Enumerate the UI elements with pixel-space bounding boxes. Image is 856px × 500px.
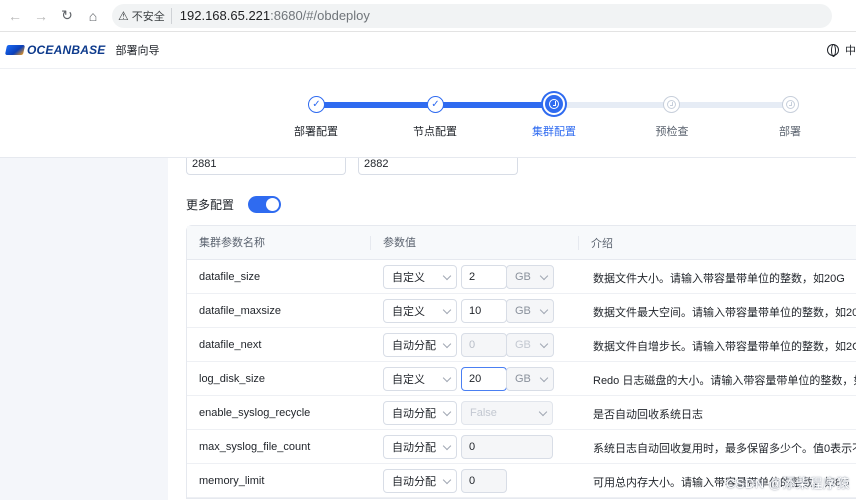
security-label: 不安全 xyxy=(131,10,165,23)
language-switcher[interactable]: 中 xyxy=(827,42,856,58)
wizard-steps: ✓ ✓ 部署配置 节点配置 集群配置 预检查 部署 xyxy=(0,68,856,158)
param-description: 数据文件大小。请输入带容量带单位的整数，如20G xyxy=(593,273,845,285)
param-unit-select[interactable]: GB xyxy=(506,333,554,357)
address-bar[interactable]: ⚠ 不安全 192.168.65.221:8680/#/obdeploy xyxy=(112,3,832,28)
step-current-clock-icon xyxy=(543,93,565,115)
logo-mark-icon xyxy=(4,45,26,55)
param-unit-select[interactable]: GB xyxy=(506,299,554,323)
param-name: enable_syslog_recycle xyxy=(199,406,311,419)
step-label-deploy-config: 部署配置 xyxy=(294,126,338,138)
param-description: 数据文件最大空间。请输入带容量带单位的整数，如20G xyxy=(593,307,856,319)
mysql-port-input[interactable]: 2881 xyxy=(186,158,346,175)
more-config-row: 更多配置 xyxy=(186,196,282,213)
app-title: 部署向导 xyxy=(115,45,160,57)
header-param-value: 参数值 xyxy=(371,235,579,250)
param-bool-select[interactable]: False xyxy=(461,401,553,425)
chevron-down-icon xyxy=(539,339,549,349)
param-name: max_syslog_file_count xyxy=(199,440,311,453)
table-row: log_disk_size 自定义 20 GB Redo 日志磁盘的大小。请输入… xyxy=(187,362,856,396)
globe-icon xyxy=(827,44,839,57)
chevron-down-icon xyxy=(539,305,549,315)
chevron-down-icon xyxy=(538,407,548,417)
param-value-input[interactable]: 2 xyxy=(461,265,507,289)
param-description: 数据文件自增步长。请输入带容量带单位的整数，如2G xyxy=(593,341,856,353)
chevron-down-icon xyxy=(442,441,452,451)
home-icon[interactable]: ⌂ xyxy=(82,5,104,27)
security-indicator[interactable]: ⚠ 不安全 xyxy=(118,7,172,24)
param-unit-select[interactable]: GB xyxy=(506,367,554,391)
browser-toolbar: ← → ↻ ⌂ ⚠ 不安全 192.168.65.221:8680/#/obde… xyxy=(0,0,856,32)
param-name: datafile_maxsize xyxy=(199,304,281,317)
url-host: 192.168.65.221 xyxy=(179,8,271,23)
rpc-port-input[interactable]: 2882 xyxy=(358,158,518,175)
param-name: log_disk_size xyxy=(199,372,266,385)
table-row: datafile_maxsize 自定义 10 GB 数据文件最大空间。请输入带… xyxy=(187,294,856,328)
step-done-check-icon: ✓ xyxy=(427,96,444,113)
cluster-params-table: 集群参数名称 参数值 介绍 datafile_size 自定义 2 GB 数据文… xyxy=(186,225,856,499)
chevron-down-icon xyxy=(442,407,452,417)
chevron-down-icon xyxy=(442,475,452,485)
param-description: 系统日志自动回收复用时，最多保留多少个。值0表示不自 xyxy=(593,443,856,455)
app-header: OCEANBASE 部署向导 中 xyxy=(0,32,856,68)
param-unit-select[interactable]: GB xyxy=(506,265,554,289)
step-pending-clock-icon xyxy=(663,96,680,113)
step-pending-clock-icon xyxy=(782,96,799,113)
language-label: 中 xyxy=(845,45,856,57)
cluster-config-card: 2881 2882 更多配置 集群参数名称 参数值 介绍 datafile_si… xyxy=(168,158,856,500)
param-value-input[interactable]: 10 xyxy=(461,299,507,323)
step-label-deploy: 部署 xyxy=(779,126,801,138)
table-row: enable_syslog_recycle 自动分配 False 是否自动回收系… xyxy=(187,396,856,430)
table-row: max_syslog_file_count 自动分配 0 系统日志自动回收复用时… xyxy=(187,430,856,464)
param-value-input[interactable]: 0 xyxy=(461,333,507,357)
table-row: datafile_next 自动分配 0 GB 数据文件自增步长。请输入带容量带… xyxy=(187,328,856,362)
step-label-cluster-config: 集群配置 xyxy=(532,126,576,138)
chevron-down-icon xyxy=(539,271,549,281)
step-label-node-config: 节点配置 xyxy=(413,126,457,138)
param-value-input[interactable]: 20 xyxy=(461,367,507,391)
step-done-check-icon: ✓ xyxy=(308,96,325,113)
param-mode-select[interactable]: 自动分配 xyxy=(383,333,457,357)
param-mode-select[interactable]: 自动分配 xyxy=(383,401,457,425)
step-label-precheck: 预检查 xyxy=(655,126,689,138)
param-value-input[interactable]: 0 xyxy=(461,435,553,459)
param-value-input[interactable]: 0 xyxy=(461,469,507,493)
oceanbase-logo: OCEANBASE xyxy=(4,43,105,57)
back-icon[interactable]: ← xyxy=(4,5,26,27)
param-name: datafile_next xyxy=(199,338,262,351)
header-param-desc: 介绍 xyxy=(591,237,613,250)
url-path: :8680/#/obdeploy xyxy=(270,8,370,23)
param-description: Redo 日志磁盘的大小。请输入带容量带单位的整数，如24 xyxy=(593,375,856,387)
chevron-down-icon xyxy=(442,271,452,281)
reload-icon[interactable]: ↻ xyxy=(56,5,78,27)
param-name: memory_limit xyxy=(199,474,265,487)
param-mode-select[interactable]: 自定义 xyxy=(383,265,457,289)
param-mode-select[interactable]: 自动分配 xyxy=(383,435,457,459)
watermark: CSDN @添柴程序猿 xyxy=(725,476,850,491)
warning-icon: ⚠ xyxy=(118,8,129,23)
param-description: 是否自动回收系统日志 xyxy=(593,409,703,421)
param-mode-select[interactable]: 自定义 xyxy=(383,367,457,391)
header-param-name: 集群参数名称 xyxy=(187,235,371,250)
param-mode-select[interactable]: 自动分配 xyxy=(383,469,457,493)
param-mode-select[interactable]: 自定义 xyxy=(383,299,457,323)
table-header: 集群参数名称 参数值 介绍 xyxy=(187,226,856,260)
table-row: datafile_size 自定义 2 GB 数据文件大小。请输入带容量带单位的… xyxy=(187,260,856,294)
chevron-down-icon xyxy=(442,339,452,349)
chevron-down-icon xyxy=(539,373,549,383)
chevron-down-icon xyxy=(442,305,452,315)
chevron-down-icon xyxy=(442,373,452,383)
more-config-label: 更多配置 xyxy=(186,198,235,212)
forward-icon[interactable]: → xyxy=(30,5,52,27)
more-config-toggle[interactable] xyxy=(248,196,282,213)
param-name: datafile_size xyxy=(199,270,261,283)
